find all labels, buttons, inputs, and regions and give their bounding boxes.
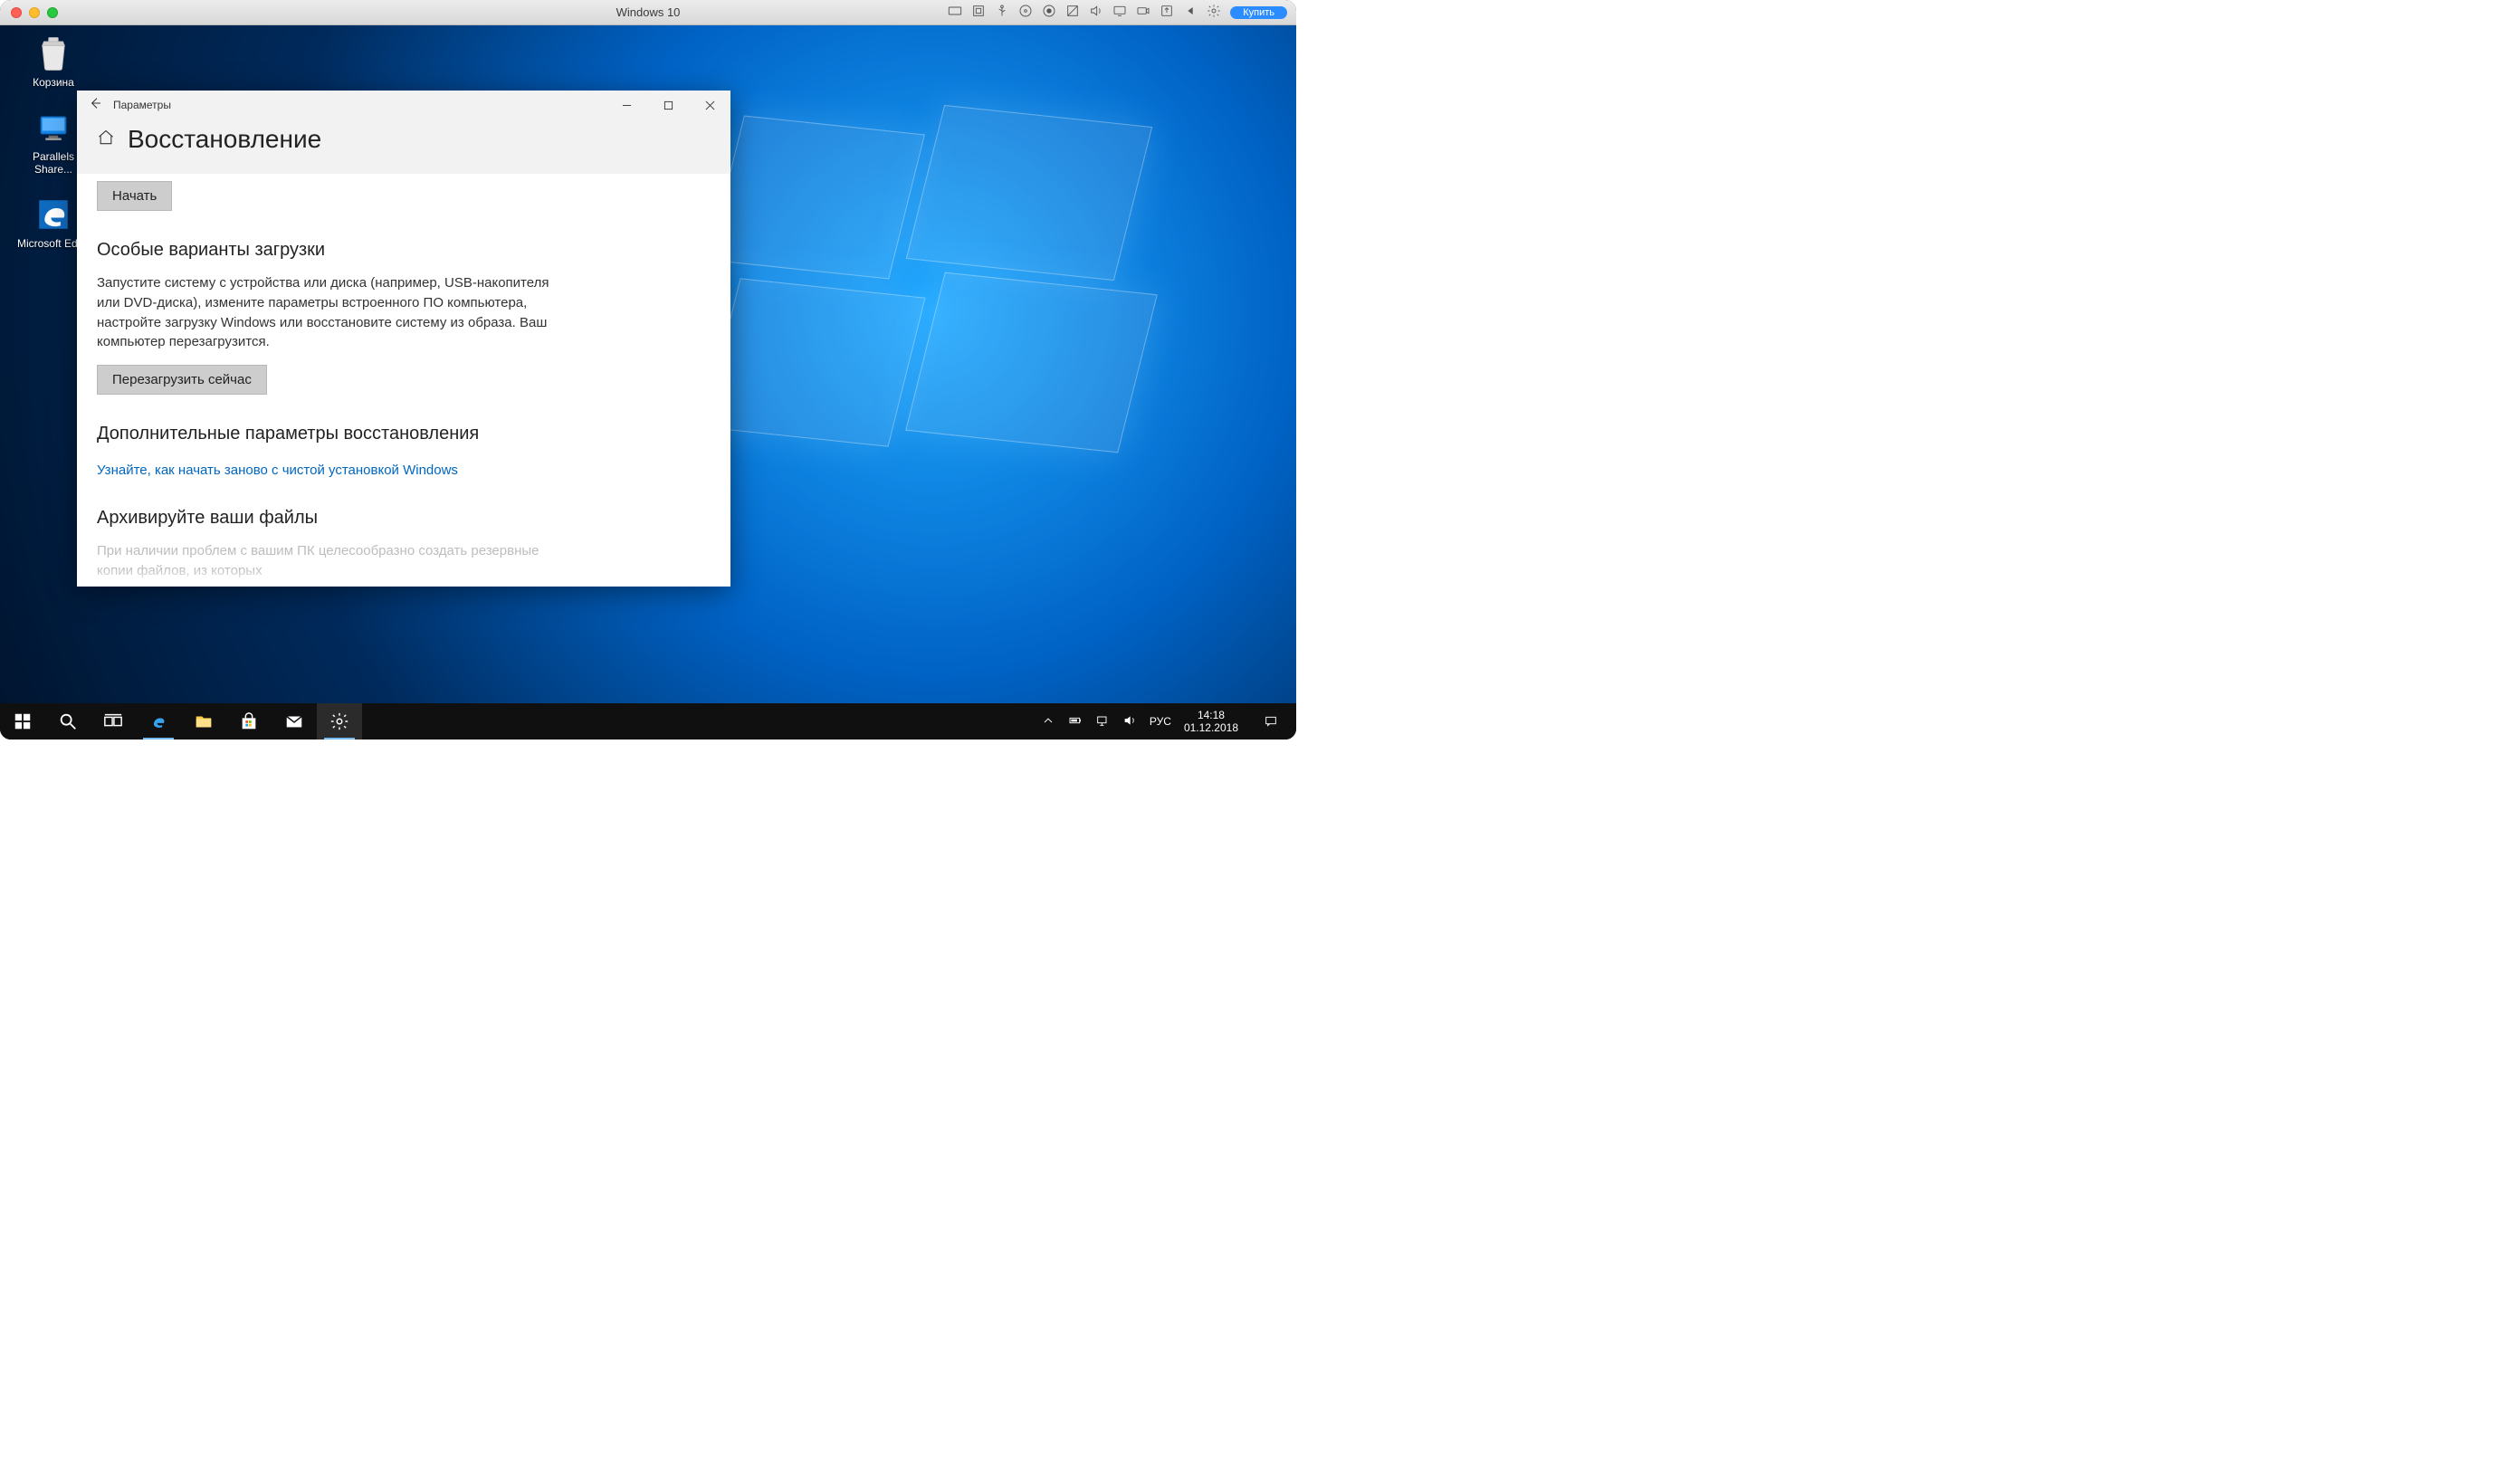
search-button[interactable] [45,703,91,740]
parallels-toolbar: Купить [948,4,1296,21]
parallels-buy-button[interactable]: Купить [1230,6,1287,19]
system-tray: РУС 14:18 01.12.2018 [1032,703,1296,740]
taskbar-app-edge[interactable] [136,703,181,740]
task-view-button[interactable] [91,703,136,740]
advanced-startup-title: Особые варианты загрузки [97,240,711,261]
usb-icon[interactable] [995,4,1009,21]
taskbar-app-file-explorer[interactable] [181,703,226,740]
taskbar-app-store[interactable] [226,703,272,740]
taskbar-spacer [362,703,1032,740]
minimize-button[interactable] [606,91,647,119]
display-icon[interactable] [1112,4,1127,21]
start-button[interactable] [0,703,45,740]
action-center-button[interactable] [1251,714,1291,729]
language-indicator[interactable]: РУС [1150,715,1171,728]
mac-close-button[interactable] [11,7,22,18]
record-icon[interactable] [1042,4,1056,21]
home-icon[interactable] [97,129,115,151]
page-title: Восстановление [128,125,321,154]
windows-taskbar: РУС 14:18 01.12.2018 [0,703,1296,740]
desktop-wallpaper-logo [708,98,1179,478]
edge-icon [34,196,72,234]
share-icon[interactable] [1160,4,1174,21]
guest-tools-icon[interactable] [1065,4,1080,21]
settings-body: Начать Особые варианты загрузки Запустит… [77,174,730,587]
disc-icon[interactable] [1018,4,1033,21]
windows-desktop[interactable]: Корзина Parallels Share... Microsoft Edg… [0,25,1296,740]
scroll-fade [77,568,730,587]
more-recovery-title: Дополнительные параметры восстановления [97,424,711,444]
restart-now-button[interactable]: Перезагрузить сейчас [97,365,267,395]
desktop-icon-label: Корзина [33,76,74,89]
settings-titlebar[interactable]: Параметры [77,91,730,119]
camera-icon[interactable] [1136,4,1150,21]
volume-icon[interactable] [1122,713,1137,730]
sound-icon[interactable] [1089,4,1103,21]
mac-minimize-button[interactable] [29,7,40,18]
settings-header: Восстановление [77,119,730,174]
mac-window-title: Windows 10 [616,5,681,19]
clock-date: 01.12.2018 [1184,721,1238,734]
reset-start-button[interactable]: Начать [97,181,172,211]
mac-zoom-button[interactable] [47,7,58,18]
back-button[interactable] [77,96,113,115]
fresh-start-link[interactable]: Узнайте, как начать заново с чистой уста… [97,463,458,478]
recycle-bin-icon [34,34,72,72]
desktop-icon-recycle-bin[interactable]: Корзина [13,34,94,89]
taskbar-app-mail[interactable] [272,703,317,740]
vm-frame: Windows 10 Купить [0,0,1296,740]
parallels-shared-folders-icon [34,109,72,147]
tray-overflow-icon[interactable] [1041,713,1055,730]
mac-traffic-lights [0,7,58,18]
network-icon[interactable] [1095,713,1110,730]
keyboard-icon[interactable] [948,4,962,21]
close-button[interactable] [689,91,730,119]
collapse-icon[interactable] [1183,4,1198,21]
backup-title: Архивируйте ваши файлы [97,508,711,529]
maximize-button[interactable] [647,91,689,119]
mac-titlebar: Windows 10 Купить [0,0,1296,25]
snapshot-icon[interactable] [971,4,986,21]
taskbar-clock[interactable]: 14:18 01.12.2018 [1184,709,1238,735]
clock-time: 14:18 [1184,709,1238,721]
settings-caption: Параметры [113,99,171,111]
advanced-startup-description: Запустите систему с устройства или диска… [97,273,549,352]
gear-icon[interactable] [1207,4,1221,21]
window-controls [606,91,730,119]
settings-window: Параметры Восстановление Начать Особые [77,91,730,587]
battery-icon[interactable] [1068,713,1083,730]
taskbar-app-settings[interactable] [317,703,362,740]
